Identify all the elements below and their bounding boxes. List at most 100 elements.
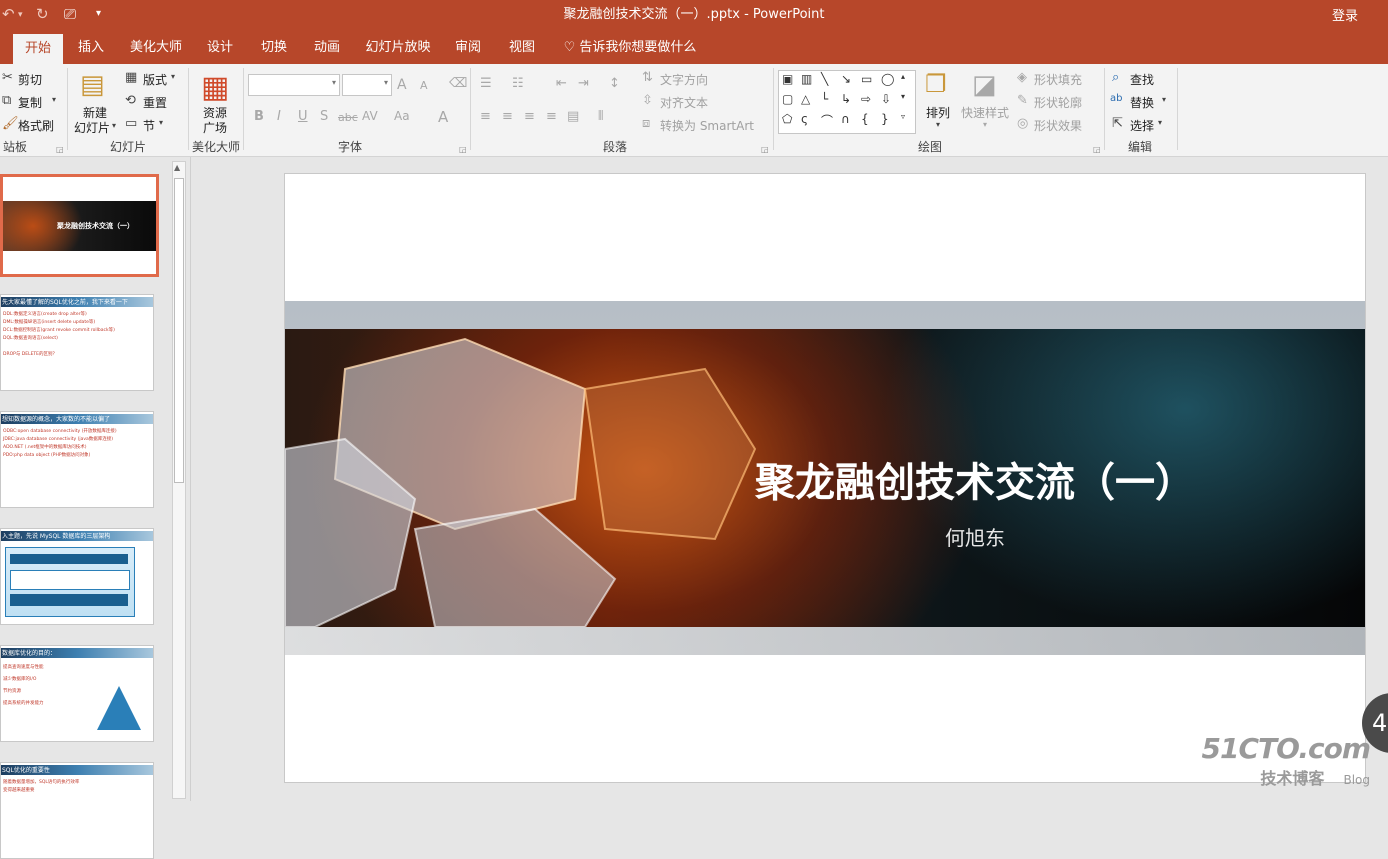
thumbnail-scrollbar[interactable]: ▲ <box>172 161 186 799</box>
right-arrow-shape-icon[interactable]: ⇨ <box>861 92 871 106</box>
quick-styles-button[interactable]: 快速样式 <box>961 104 1009 121</box>
shapes-gallery[interactable]: ▣ ▥ ╲ ↘ ▭ ◯ ▢ △ └ ↳ ⇨ ⇩ ⬠ ς ⌒ ∩ { } ▴ ▾ … <box>778 70 916 134</box>
right-brace-shape-icon[interactable]: } <box>881 112 889 126</box>
distributed-icon[interactable]: ▤ <box>567 109 579 124</box>
copy-dropdown-icon[interactable]: ▾ <box>52 95 56 104</box>
elbow-connector-shape-icon[interactable]: └ <box>821 92 828 106</box>
resource-plaza-label-2[interactable]: 广场 <box>203 119 227 136</box>
slide-thumbnail-1[interactable]: 聚龙融创技术交流（一） <box>0 174 159 277</box>
textbox-shape-icon[interactable]: ▣ <box>782 72 793 86</box>
line-spacing-icon[interactable]: ↕ <box>609 76 620 91</box>
tab-beautify[interactable]: 美化大师 <box>124 32 188 64</box>
copy-button[interactable]: 复制 <box>18 94 42 111</box>
slide-canvas[interactable]: 聚龙融创技术交流（一） 何旭东 <box>284 173 1366 783</box>
select-button[interactable]: 选择 <box>1130 117 1154 134</box>
layout-dropdown-icon[interactable]: ▾ <box>171 72 175 81</box>
quick-styles-dropdown-icon[interactable]: ▾ <box>983 120 987 129</box>
text-direction-button[interactable]: 文字方向 <box>660 71 708 88</box>
arc-shape-icon[interactable]: ⌒ <box>821 112 833 129</box>
align-center-icon[interactable]: ≡ <box>502 109 513 124</box>
shape-outline-button[interactable]: 形状轮廓 <box>1034 94 1082 111</box>
elbow-arrow-shape-icon[interactable]: ↳ <box>841 92 851 106</box>
tab-transitions[interactable]: 切换 <box>254 32 294 64</box>
cut-button[interactable]: 剪切 <box>18 71 42 88</box>
slide-thumbnail-6[interactable]: SQL优化的重要性 随着数据量增加，SQL语句的执行效率 变得越来越重要 <box>0 762 154 859</box>
paragraph-launcher-icon[interactable]: ◲ <box>761 145 769 154</box>
font-color-icon[interactable]: A <box>438 108 448 126</box>
slide-thumbnail-5[interactable]: 数据库优化的目的： 提高查询速度与性能 减少数据库的I/O 节约资源 提高系统的… <box>0 645 154 742</box>
font-size-input[interactable]: ▾ <box>342 74 392 96</box>
columns-icon[interactable]: ⫴ <box>598 109 603 124</box>
shrink-font-icon[interactable]: A <box>420 79 428 92</box>
font-size-dropdown-icon[interactable]: ▾ <box>384 78 388 87</box>
down-arrow-shape-icon[interactable]: ⇩ <box>881 92 891 106</box>
section-button[interactable]: 节 <box>143 117 155 134</box>
strikethrough-icon[interactable]: abc <box>338 111 358 124</box>
increase-indent-icon[interactable]: ⇥ <box>578 76 589 91</box>
slide-title[interactable]: 聚龙融创技术交流（一） <box>725 450 1225 508</box>
slide-subtitle[interactable]: 何旭东 <box>725 522 1225 551</box>
tab-animations[interactable]: 动画 <box>307 32 347 64</box>
tab-home[interactable]: 开始 <box>13 34 63 64</box>
bold-icon[interactable]: B <box>254 109 264 124</box>
layout-button[interactable]: 版式 <box>143 71 167 88</box>
character-spacing-icon[interactable]: AV <box>362 109 378 123</box>
format-painter-button[interactable]: 格式刷 <box>18 117 54 134</box>
drawing-launcher-icon[interactable]: ◲ <box>1093 145 1101 154</box>
grow-font-icon[interactable]: A <box>397 77 407 93</box>
triangle-shape-icon[interactable]: △ <box>801 92 810 106</box>
tab-slideshow[interactable]: 幻灯片放映 <box>362 32 434 64</box>
gallery-up-icon[interactable]: ▴ <box>901 72 905 81</box>
new-slide-label-2[interactable]: 幻灯片 <box>74 119 110 136</box>
tell-me-box[interactable]: ♡ 告诉我你想要做什么 <box>560 32 700 64</box>
scribble-shape-icon[interactable]: ς <box>801 112 808 126</box>
gallery-more-icon[interactable]: ▿ <box>901 112 905 121</box>
italic-icon[interactable]: I <box>277 109 281 124</box>
justify-icon[interactable]: ≡ <box>546 109 557 124</box>
curve-shape-icon[interactable]: ∩ <box>841 112 850 126</box>
decrease-indent-icon[interactable]: ⇤ <box>556 76 567 91</box>
find-button[interactable]: 查找 <box>1130 71 1154 88</box>
replace-button[interactable]: 替换 <box>1130 94 1154 111</box>
change-case-icon[interactable]: Aa <box>394 109 410 123</box>
slide-thumbnail-3[interactable]: 想知数据源的概念，大家数的不能以偏了 ODBC:open database co… <box>0 411 154 508</box>
align-left-icon[interactable]: ≡ <box>480 109 491 124</box>
clear-format-icon[interactable]: ⌫ <box>449 76 467 91</box>
oval-shape-icon[interactable]: ◯ <box>881 72 894 86</box>
tab-review[interactable]: 审阅 <box>448 32 488 64</box>
gallery-down-icon[interactable]: ▾ <box>901 92 905 101</box>
select-dropdown-icon[interactable]: ▾ <box>1158 118 1162 127</box>
tab-design[interactable]: 设计 <box>200 32 240 64</box>
arrange-dropdown-icon[interactable]: ▾ <box>936 120 940 129</box>
convert-smartart-button[interactable]: 转换为 SmartArt <box>660 117 754 134</box>
rounded-rect-shape-icon[interactable]: ▢ <box>782 92 793 106</box>
scrollbar-thumb[interactable] <box>174 178 184 483</box>
underline-icon[interactable]: U <box>298 109 308 124</box>
slide-thumbnail-4[interactable]: 入主题，先说 MySQL 数据库的三层架构 <box>0 528 154 625</box>
arrow-line-shape-icon[interactable]: ↘ <box>841 72 851 86</box>
shape-fill-button[interactable]: 形状填充 <box>1034 71 1082 88</box>
new-slide-dropdown-icon[interactable]: ▾ <box>112 121 116 130</box>
arrange-button[interactable]: 排列 <box>926 104 950 121</box>
align-right-icon[interactable]: ≡ <box>524 109 535 124</box>
section-dropdown-icon[interactable]: ▾ <box>159 118 163 127</box>
left-brace-shape-icon[interactable]: { <box>861 112 869 126</box>
tab-insert[interactable]: 插入 <box>72 32 110 64</box>
scroll-up-icon[interactable]: ▲ <box>174 163 180 172</box>
shape-effects-button[interactable]: 形状效果 <box>1034 117 1082 134</box>
align-text-button[interactable]: 对齐文本 <box>660 94 708 111</box>
slide-thumbnail-2[interactable]: 先大家最懂了解的SQL优化之前，我下来看一下 DDL:数据定义语言(create… <box>0 294 154 391</box>
font-name-input[interactable]: ▾ <box>248 74 340 96</box>
replace-dropdown-icon[interactable]: ▾ <box>1162 95 1166 104</box>
numbering-icon[interactable]: ☷ <box>512 76 524 91</box>
text-shadow-icon[interactable]: S <box>320 109 328 124</box>
line-shape-icon[interactable]: ╲ <box>821 72 828 86</box>
clipboard-launcher-icon[interactable]: ◲ <box>56 145 64 154</box>
font-launcher-icon[interactable]: ◲ <box>459 145 467 154</box>
reset-button[interactable]: 重置 <box>143 94 167 111</box>
tab-view[interactable]: 视图 <box>502 32 542 64</box>
login-link[interactable]: 登录 <box>1332 5 1358 24</box>
rectangle-shape-icon[interactable]: ▭ <box>861 72 872 86</box>
font-name-dropdown-icon[interactable]: ▾ <box>332 78 336 87</box>
bullets-icon[interactable]: ☰ <box>480 76 492 91</box>
